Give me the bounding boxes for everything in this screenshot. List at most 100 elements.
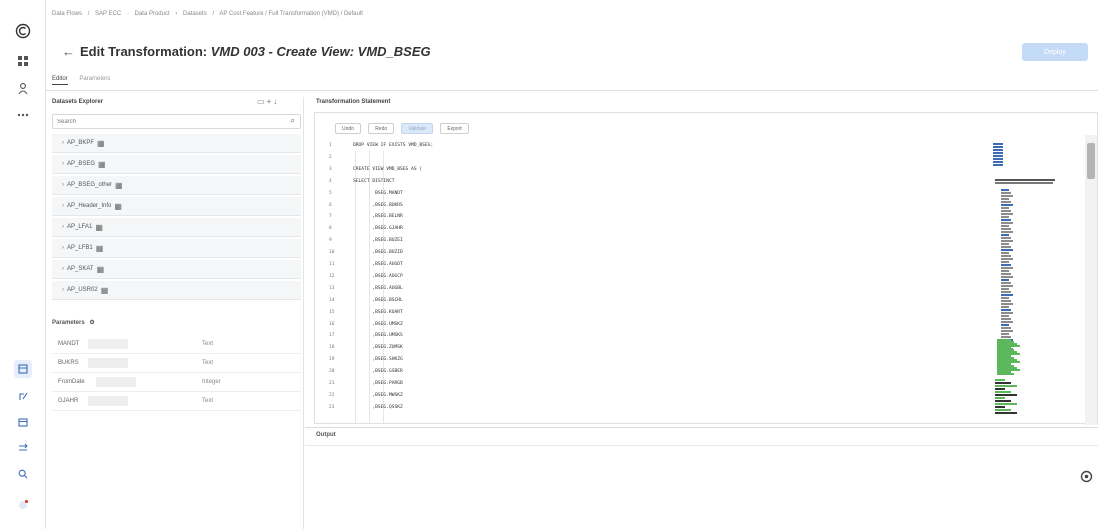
minimap-line xyxy=(1001,252,1009,254)
minimap-line xyxy=(995,182,1053,184)
chevron-right-icon[interactable]: › xyxy=(62,287,64,293)
breadcrumb-item[interactable]: SAP ECC xyxy=(95,11,121,17)
editor-scrollbar-thumb[interactable] xyxy=(1087,143,1095,179)
minimap-line xyxy=(993,158,1003,160)
breadcrumb-item[interactable]: Data Product xyxy=(135,11,170,17)
tree-item-label: AP_LFA1 xyxy=(67,224,93,230)
code-line: SELECT DISTINCT xyxy=(353,178,395,184)
tree-item-label: AP_BSEG_other xyxy=(67,182,113,188)
settings-icon[interactable] xyxy=(1079,469,1093,483)
parameter-type: Text xyxy=(202,341,214,347)
code-line: ,BSEG.KOART xyxy=(353,309,403,315)
minimap-line xyxy=(1001,204,1013,206)
tree-item-ap-lfa1[interactable]: › AP_LFA1 ▦ xyxy=(52,218,301,237)
settings-icon[interactable]: ⚙ xyxy=(89,320,94,326)
notification-icon[interactable] xyxy=(14,496,32,514)
minimap-line xyxy=(993,146,1003,148)
line-number: 15 xyxy=(329,309,335,315)
parameter-row: MANDT Text xyxy=(52,335,301,354)
minimap-line xyxy=(1001,198,1009,200)
tab-editor[interactable]: Editor xyxy=(52,76,68,85)
line-number: 1 xyxy=(329,143,332,148)
minimap-line xyxy=(995,400,1011,402)
minimap-line xyxy=(995,391,1011,393)
parameter-value-field[interactable] xyxy=(88,396,128,406)
tree-item-label: AP_Header_Info xyxy=(67,203,112,209)
code-line: ,BSEG.UMSKS xyxy=(353,333,403,339)
chevron-right-icon[interactable]: › xyxy=(62,161,64,167)
export-button[interactable]: Export xyxy=(440,123,469,134)
line-number: 23 xyxy=(329,404,335,410)
parameter-value-field[interactable] xyxy=(88,358,128,368)
parameter-type: Text xyxy=(202,360,214,366)
tree-item-label: AP_LFB1 xyxy=(67,245,93,251)
minimap-line xyxy=(1001,240,1013,242)
undo-button[interactable]: Undo xyxy=(335,123,361,134)
app-logo-icon[interactable] xyxy=(14,22,32,40)
minimap-line xyxy=(1001,336,1011,338)
breadcrumb-item[interactable]: Datasets xyxy=(183,11,207,17)
parameter-value-field[interactable] xyxy=(88,339,128,349)
tree-item-ap-bkpf[interactable]: › AP_BKPF ▦ xyxy=(52,134,301,153)
more-icon[interactable] xyxy=(14,106,32,124)
parameter-type: Text xyxy=(202,398,214,404)
line-number: 12 xyxy=(329,273,335,279)
minimap-line xyxy=(993,164,1003,166)
transform-icon[interactable] xyxy=(14,439,32,457)
minimap-line xyxy=(1001,306,1009,308)
line-number: 3 xyxy=(329,166,332,172)
code-area[interactable]: DROP VIEW IF EXISTS VMD_BSEG; CREATE VIEW… xyxy=(353,143,953,423)
editor-title: Transformation Statement xyxy=(316,99,391,105)
parameter-value-field[interactable] xyxy=(96,377,136,387)
back-arrow-icon[interactable]: ← xyxy=(62,44,75,59)
code-minimap[interactable] xyxy=(991,143,1071,423)
chevron-right-icon[interactable]: › xyxy=(62,266,64,272)
breadcrumb-separator: / xyxy=(212,11,215,17)
search-icon[interactable]: ⌕ xyxy=(291,116,295,126)
share-icon[interactable] xyxy=(14,387,32,405)
tree-item-ap-header-info[interactable]: › AP_Header_Info ▦ xyxy=(52,197,301,216)
line-number: 11 xyxy=(329,262,335,267)
search-input[interactable] xyxy=(53,115,273,128)
user-icon[interactable] xyxy=(14,80,32,98)
chevron-right-icon[interactable]: › xyxy=(62,245,64,251)
download-icon[interactable]: ↓ xyxy=(273,97,279,106)
parameters-section-title: Parameters ⚙ xyxy=(52,319,95,326)
minimap-line xyxy=(995,179,1055,181)
header-divider xyxy=(46,90,1098,91)
tree-item-ap-lfb1[interactable]: › AP_LFB1 ▦ xyxy=(52,239,301,258)
code-line: ,BSEG.QSSKZ xyxy=(353,404,403,410)
breadcrumb-separator: · xyxy=(126,11,129,17)
collapse-all-icon[interactable]: ▭ xyxy=(257,97,267,106)
code-line: ,BSEG.ZUMSK xyxy=(353,345,403,351)
line-number: 19 xyxy=(329,357,335,363)
grid-icon[interactable] xyxy=(14,52,32,70)
redo-button[interactable]: Redo xyxy=(368,123,395,134)
tree-item-ap-skat[interactable]: › AP_SKAT ▦ xyxy=(52,260,301,279)
validate-button[interactable]: Validate xyxy=(401,123,434,134)
tab-parameters[interactable]: Parameters xyxy=(79,76,110,84)
breadcrumb-item[interactable]: Data Flows xyxy=(52,11,82,17)
chevron-right-icon[interactable]: › xyxy=(62,182,64,188)
parameters-title-label: Parameters xyxy=(52,320,85,326)
chevron-right-icon[interactable]: › xyxy=(62,224,64,230)
database-icon[interactable] xyxy=(14,413,32,431)
sql-editor[interactable]: Undo Redo Validate Export 1 2 3 4 5 6 7 8 9 10 11 1… xyxy=(314,112,1098,425)
tree-item-ap-usr02[interactable]: › AP_USR02 ▦ xyxy=(52,281,301,300)
search-icon[interactable] xyxy=(14,465,32,483)
minimap-line xyxy=(993,149,1003,151)
chevron-right-icon[interactable]: › xyxy=(62,140,64,146)
minimap-line xyxy=(995,382,1011,384)
minimap-line xyxy=(1001,288,1009,290)
deploy-button[interactable]: Deploy xyxy=(1022,43,1088,61)
tree-item-label: AP_SKAT xyxy=(67,266,94,272)
tree-item-ap-bseg[interactable]: › AP_BSEG ▦ xyxy=(52,155,301,174)
tree-item-label: AP_BKPF xyxy=(67,140,95,146)
code-line: ,BSEG.AUGDT xyxy=(353,262,403,267)
minimap-line xyxy=(1001,207,1009,209)
minimap-line xyxy=(1001,333,1009,335)
minimap-line xyxy=(1001,237,1011,239)
data-builder-icon[interactable] xyxy=(14,360,32,378)
chevron-right-icon[interactable]: › xyxy=(62,203,64,209)
tree-item-ap-bseg-other[interactable]: › AP_BSEG_other ▦ xyxy=(52,176,301,195)
